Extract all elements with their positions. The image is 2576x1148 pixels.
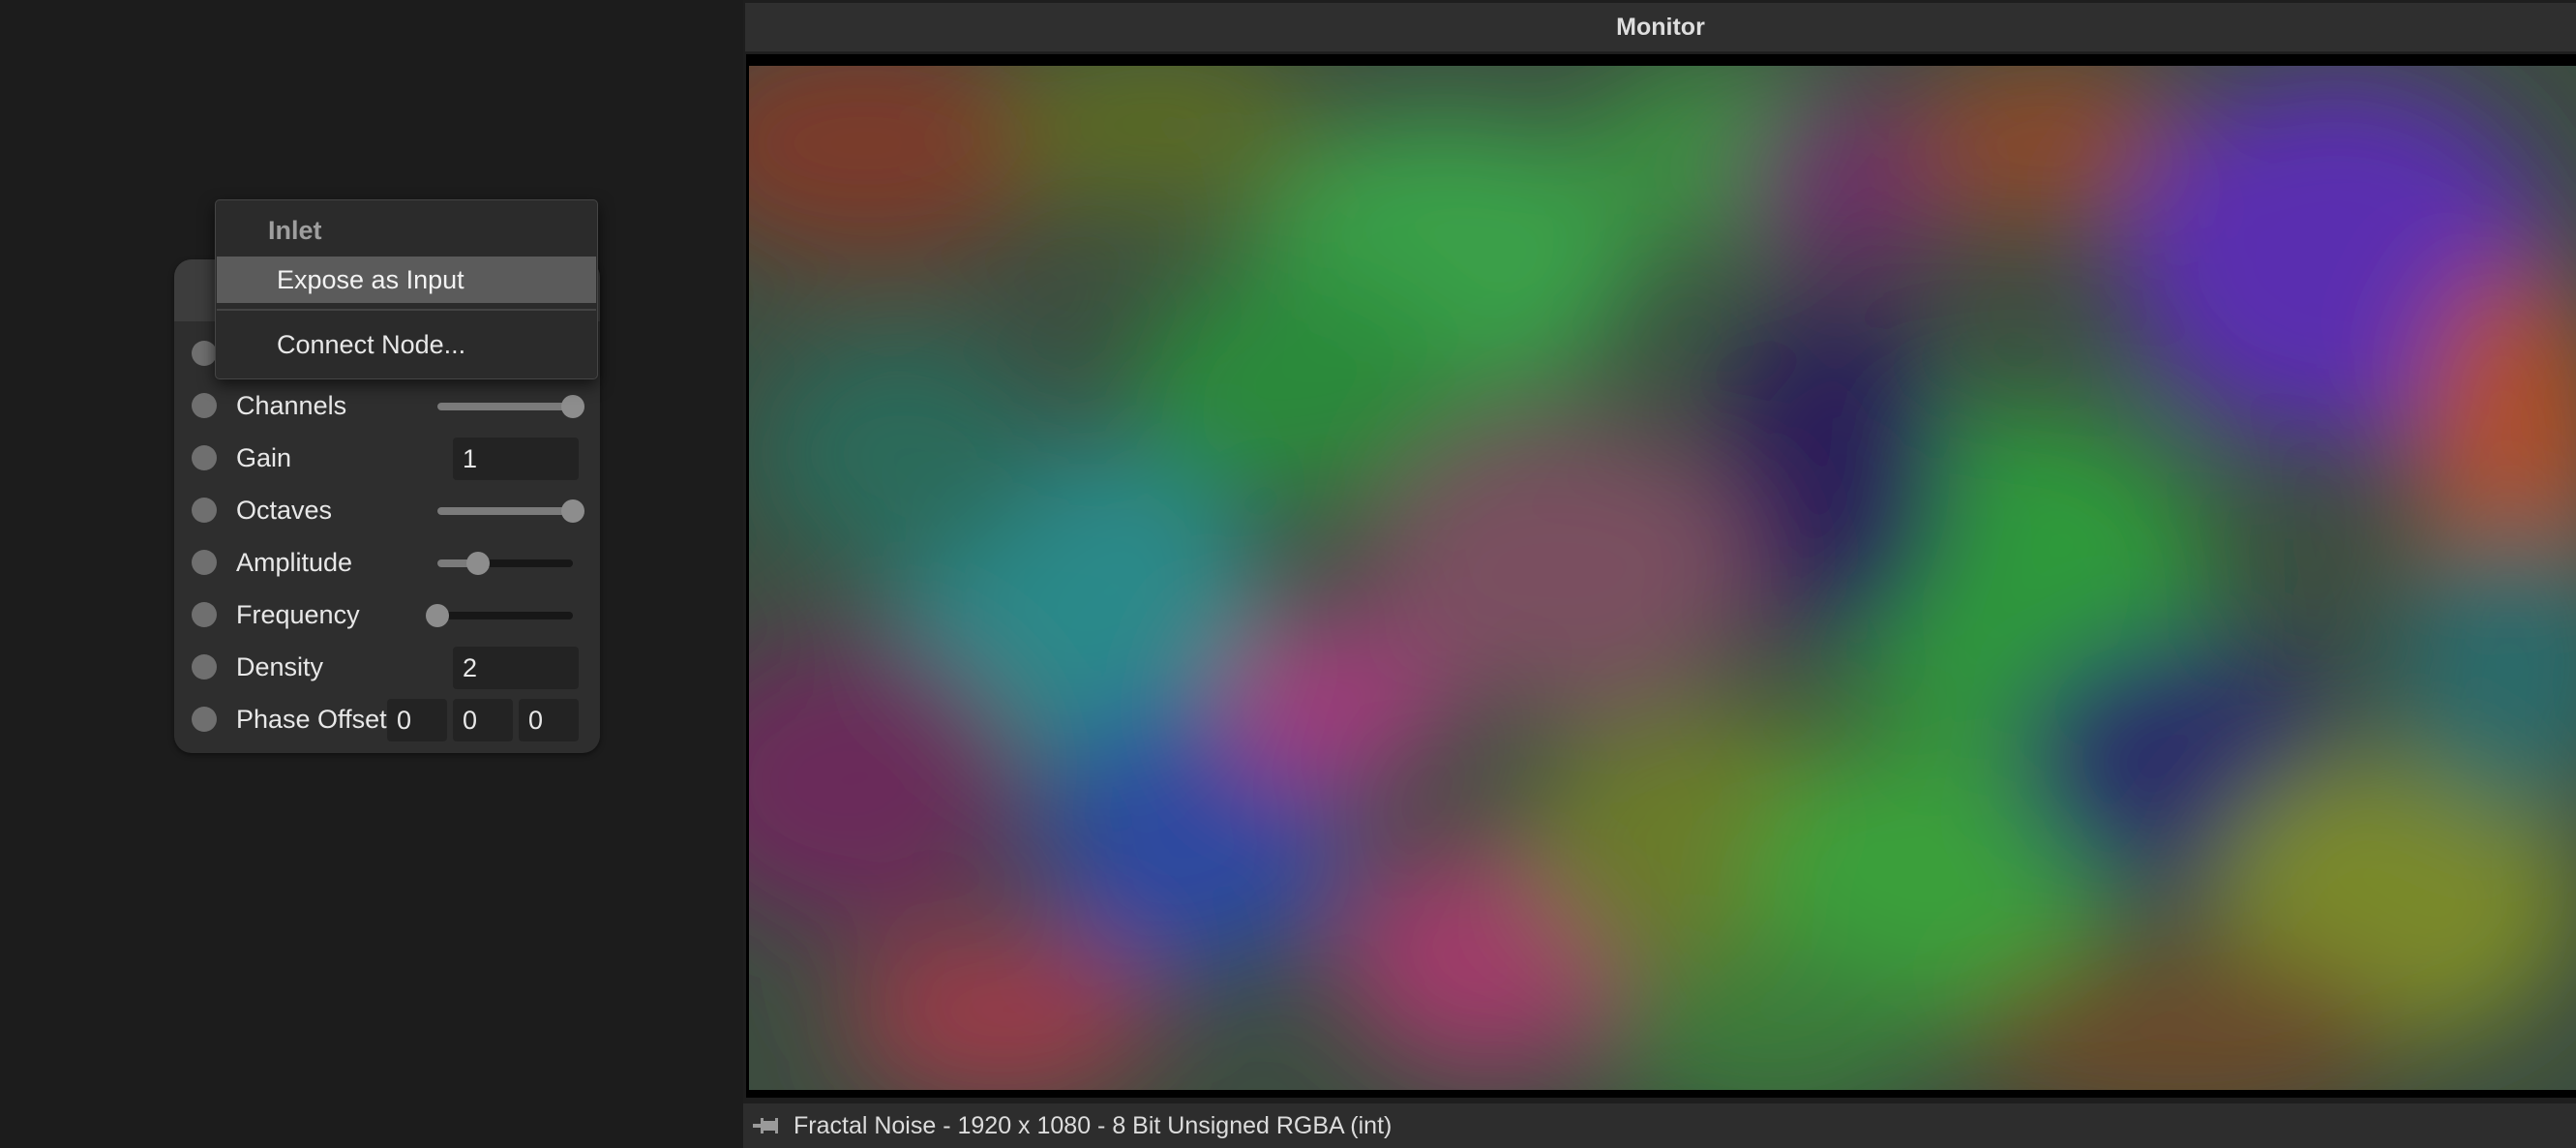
frequency-label: Frequency xyxy=(236,600,360,629)
param-row-gain: Gain 1 xyxy=(174,432,600,484)
phase-offset-x-input[interactable]: 0 xyxy=(387,699,447,741)
octaves-label: Octaves xyxy=(236,496,333,525)
monitor-title: Monitor xyxy=(1616,14,1705,41)
amplitude-slider[interactable] xyxy=(437,552,573,575)
frequency-slider[interactable] xyxy=(426,604,573,627)
param-row-density: Density 2 xyxy=(174,641,600,693)
inlet-context-menu: Inlet Expose as Input Connect Node... xyxy=(215,199,598,379)
param-row-octaves: Octaves xyxy=(174,484,600,536)
inlet-dot[interactable] xyxy=(192,341,217,366)
gain-inlet-dot[interactable] xyxy=(192,445,217,470)
fractal-noise-preview-image xyxy=(749,66,2576,1090)
phase-offset-inlet-dot[interactable] xyxy=(192,707,217,732)
pin-icon-glyph xyxy=(753,1118,778,1133)
param-row-amplitude: Amplitude xyxy=(174,536,600,589)
octaves-inlet-dot[interactable] xyxy=(192,498,217,523)
pin-icon[interactable] xyxy=(753,1113,782,1138)
phase-offset-y-input[interactable]: 0 xyxy=(453,699,513,741)
density-input[interactable]: 2 xyxy=(453,647,579,689)
density-inlet-dot[interactable] xyxy=(192,654,217,680)
amplitude-slider-knob[interactable] xyxy=(466,552,490,575)
param-row-channels: Channels xyxy=(174,379,600,432)
frequency-slider-knob[interactable] xyxy=(426,604,449,627)
monitor-panel: Monitor Fractal Noise - 1920 x 1080 - 8 … xyxy=(743,0,2576,1148)
amplitude-inlet-dot[interactable] xyxy=(192,550,217,575)
context-menu-header: Inlet xyxy=(268,216,322,245)
gain-input[interactable]: 1 xyxy=(453,438,579,480)
menu-item-connect-node[interactable]: Connect Node... xyxy=(217,317,596,371)
node-editor-canvas[interactable]: Channels Gain 1 Octaves Amplitude Freque… xyxy=(0,0,743,1148)
monitor-viewport[interactable] xyxy=(746,54,2576,1098)
channels-label: Channels xyxy=(236,391,347,420)
param-row-phase-offset: Phase Offset 0 0 0 xyxy=(174,693,600,745)
gain-label: Gain xyxy=(236,443,292,472)
channels-slider[interactable] xyxy=(437,395,584,418)
octaves-slider-fill xyxy=(437,507,573,515)
menu-item-expose-as-input[interactable]: Expose as Input xyxy=(217,257,596,303)
channels-slider-fill xyxy=(437,403,573,410)
phase-offset-z-input[interactable]: 0 xyxy=(519,699,579,741)
channels-slider-knob[interactable] xyxy=(561,395,584,418)
status-text: Fractal Noise - 1920 x 1080 - 8 Bit Unsi… xyxy=(794,1112,1393,1139)
octaves-slider-knob[interactable] xyxy=(561,499,584,523)
noise-image xyxy=(749,66,2576,1090)
monitor-titlebar[interactable]: Monitor xyxy=(745,3,2576,52)
param-row-frequency: Frequency xyxy=(174,589,600,641)
phase-offset-label: Phase Offset xyxy=(236,705,387,734)
amplitude-label: Amplitude xyxy=(236,548,353,577)
density-label: Density xyxy=(236,652,324,681)
octaves-slider[interactable] xyxy=(437,499,584,523)
menu-separator xyxy=(217,309,596,311)
menu-item-label: Expose as Input xyxy=(277,265,464,294)
monitor-status-bar: Fractal Noise - 1920 x 1080 - 8 Bit Unsi… xyxy=(743,1103,2576,1148)
frequency-inlet-dot[interactable] xyxy=(192,602,217,627)
channels-inlet-dot[interactable] xyxy=(192,393,217,418)
menu-item-label: Connect Node... xyxy=(277,330,466,359)
